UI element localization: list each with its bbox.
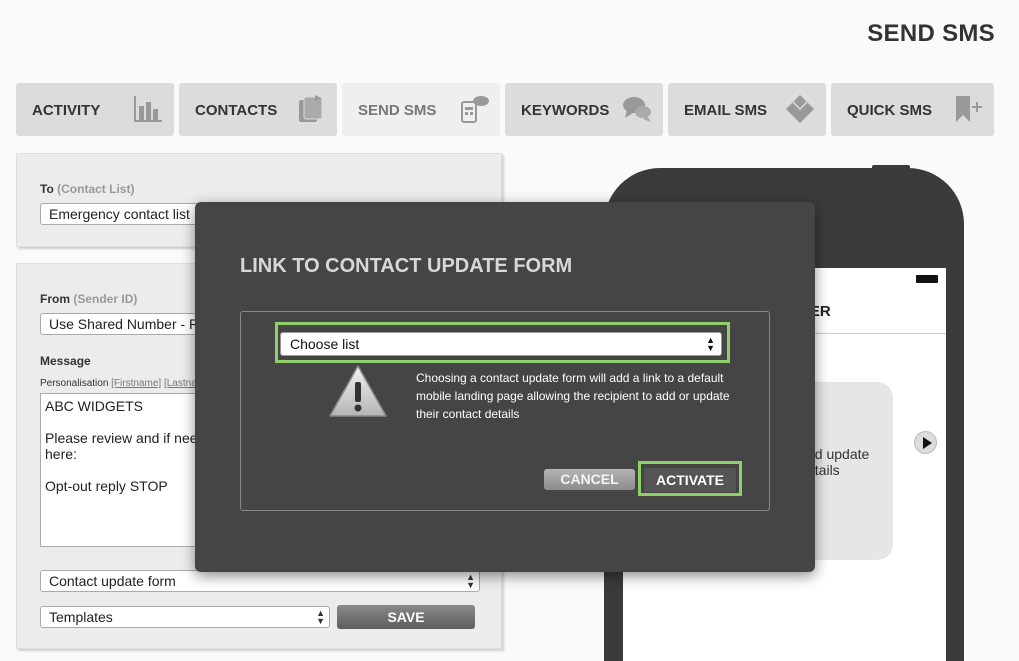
activate-button[interactable]: ACTIVATE bbox=[644, 468, 736, 492]
tab-label: SEND SMS bbox=[358, 102, 437, 119]
contact-list-value: Emergency contact list bbox=[49, 206, 190, 222]
modal-title: LINK TO CONTACT UPDATE FORM bbox=[240, 255, 573, 277]
templates-select[interactable]: Templates ▲ ▼ bbox=[40, 606, 330, 628]
tab-keywords[interactable]: KEYWORDS bbox=[505, 83, 663, 136]
lastname-link[interactable]: [Lastna bbox=[164, 378, 197, 389]
speech-bubbles-icon bbox=[623, 97, 651, 122]
select-arrows-icon: ▲ ▼ bbox=[466, 572, 475, 590]
tab-label: QUICK SMS bbox=[847, 102, 933, 119]
tab-email-sms[interactable]: EMAIL SMS bbox=[668, 83, 826, 136]
phone-message-icon bbox=[461, 96, 489, 123]
contacts-icon bbox=[299, 95, 323, 122]
link-contact-update-modal: LINK TO CONTACT UPDATE FORM Choose list … bbox=[195, 202, 815, 572]
tab-activity[interactable]: ACTIVITY bbox=[16, 83, 174, 136]
to-sublabel: (Contact List) bbox=[57, 182, 135, 196]
tab-quick-sms[interactable]: QUICK SMS bbox=[831, 83, 994, 136]
sender-id-value: Use Shared Number - R bbox=[49, 316, 200, 332]
contact-update-select[interactable]: Contact update form ▲ ▼ bbox=[40, 570, 480, 592]
page-title: SEND SMS bbox=[867, 20, 995, 47]
tab-label: ACTIVITY bbox=[32, 102, 101, 119]
message-label: Message bbox=[40, 354, 91, 368]
tab-label: KEYWORDS bbox=[521, 102, 610, 119]
personalisation-label: Personalisation bbox=[40, 378, 109, 389]
choose-list-value: Choose list bbox=[290, 336, 360, 352]
cancel-button[interactable]: CANCEL bbox=[544, 469, 635, 490]
warning-icon bbox=[329, 365, 387, 417]
message-bubble-text: ed update etails bbox=[807, 446, 870, 478]
select-arrows-icon: ▲ ▼ bbox=[316, 608, 325, 626]
templates-value: Templates bbox=[49, 609, 113, 625]
to-label: To (Contact List) bbox=[40, 182, 134, 196]
envelope-icon bbox=[786, 95, 814, 123]
tab-contacts[interactable]: CONTACTS bbox=[179, 83, 337, 136]
select-arrows-icon: ▲ ▼ bbox=[706, 335, 715, 353]
tab-label: EMAIL SMS bbox=[684, 102, 768, 119]
modal-description: Choosing a contact update form will add … bbox=[416, 371, 730, 421]
contact-update-value: Contact update form bbox=[49, 573, 176, 589]
play-icon[interactable] bbox=[914, 431, 937, 454]
personalisation-row: Personalisation [Firstname] [Lastna bbox=[40, 378, 197, 389]
to-label-text: To bbox=[40, 182, 54, 196]
tab-label: CONTACTS bbox=[195, 102, 278, 119]
firstname-link[interactable]: [Firstname] bbox=[111, 378, 161, 389]
choose-list-select[interactable]: Choose list ▲ ▼ bbox=[280, 332, 722, 356]
from-sublabel: (Sender ID) bbox=[73, 292, 138, 306]
from-label-text: From bbox=[40, 292, 70, 306]
tab-send-sms[interactable]: SEND SMS bbox=[342, 83, 500, 136]
bookmark-add-icon bbox=[956, 96, 982, 122]
save-button[interactable]: SAVE bbox=[337, 605, 475, 629]
from-label: From (Sender ID) bbox=[40, 292, 137, 306]
bar-chart-icon bbox=[134, 96, 162, 122]
battery-icon bbox=[916, 275, 938, 283]
